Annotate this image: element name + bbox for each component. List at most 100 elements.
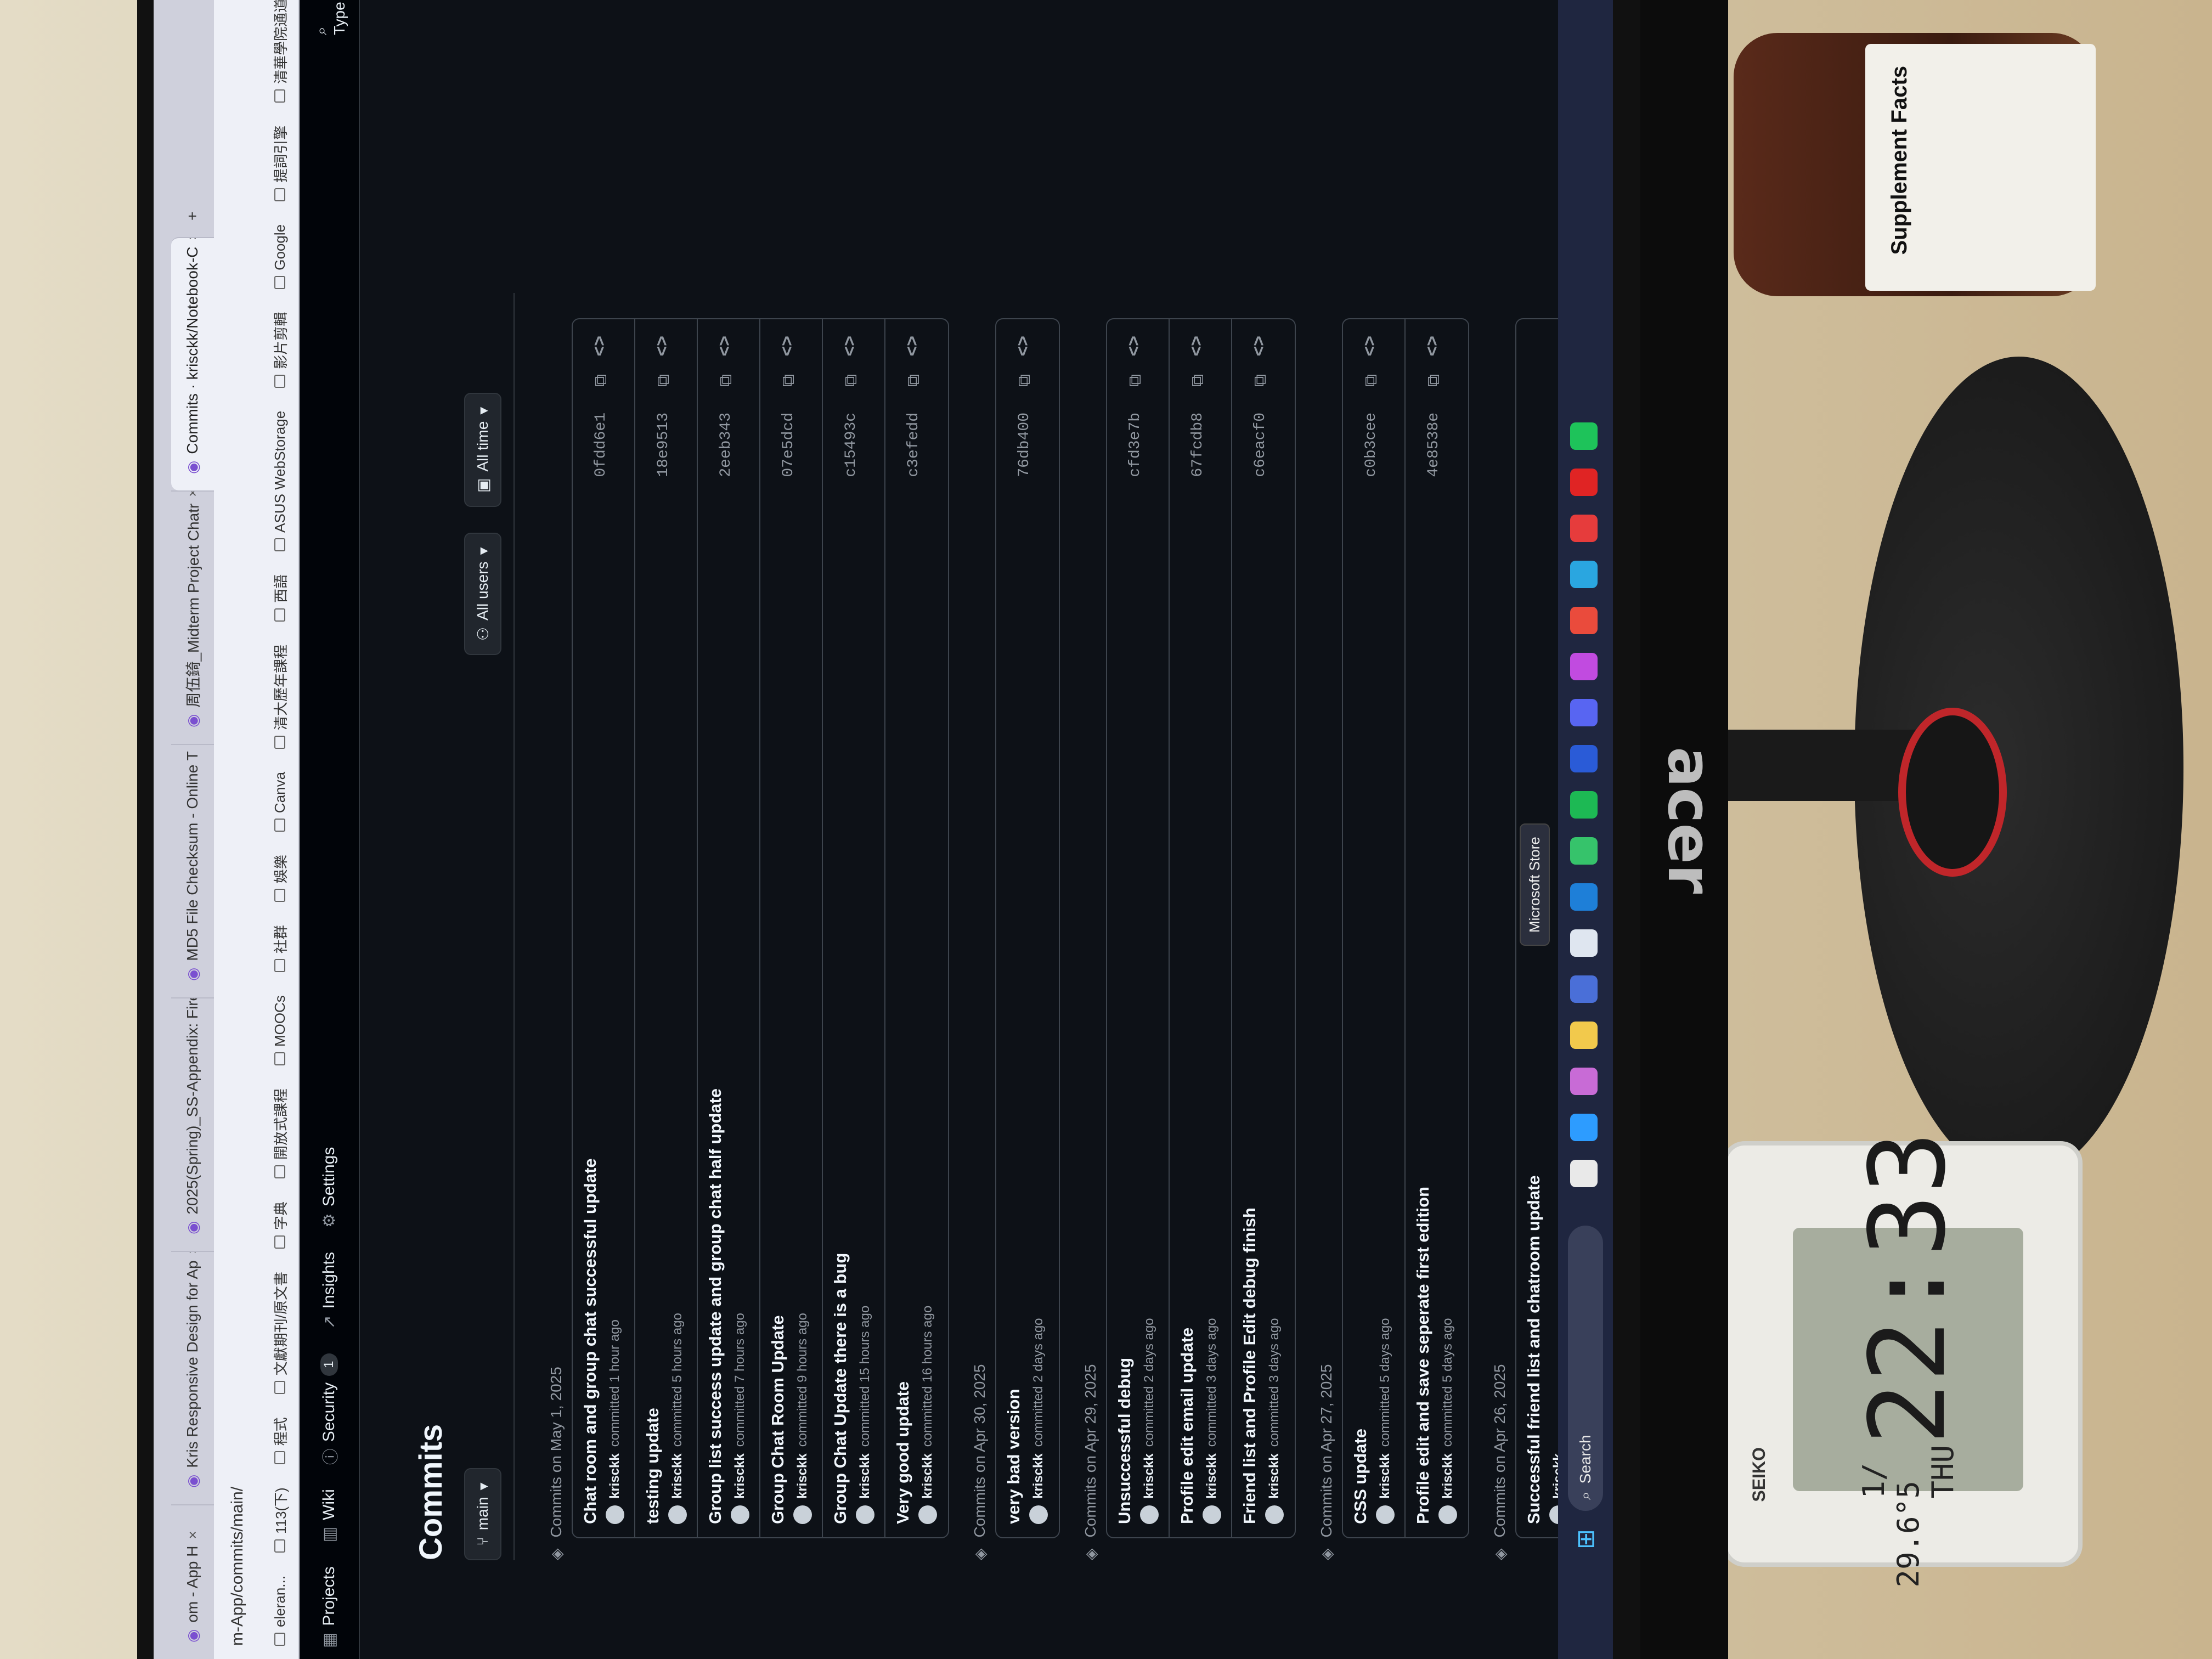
commit-row[interactable]: Very good update krisckk committed 16 hour… — [885, 319, 948, 1537]
bookmark-item[interactable]: 社群 — [270, 925, 290, 973]
code-browse-icon[interactable]: <> — [1013, 336, 1033, 356]
taskbar-app-icon[interactable] — [1570, 745, 1598, 772]
commit-author[interactable]: krisckk — [1204, 1453, 1220, 1499]
commit-message-link[interactable]: Profile edit and save seperate first edi… — [1413, 332, 1433, 1524]
search-type-hint[interactable]: ⌕ Type — [313, 0, 348, 35]
avatar[interactable] — [668, 1505, 687, 1524]
taskbar-app-icon[interactable] — [1570, 653, 1598, 680]
repo-nav-insights[interactable]: ↗ Insights — [320, 1252, 339, 1329]
taskbar-app-icon[interactable] — [1570, 1068, 1598, 1095]
commit-sha-link[interactable]: 76db400 — [1016, 413, 1033, 477]
commit-message-link[interactable]: Very good update — [893, 332, 913, 1524]
code-browse-icon[interactable]: <> — [589, 336, 610, 356]
copy-icon[interactable]: ⧉ — [778, 374, 799, 387]
taskbar-app-icon[interactable] — [1570, 975, 1598, 1003]
commit-row[interactable]: Group Chat Update there is a bug krisckk c… — [823, 319, 885, 1537]
avatar[interactable] — [856, 1505, 874, 1524]
commit-row[interactable]: testing update krisckk committed 5 hours a… — [635, 319, 698, 1537]
commit-sha-link[interactable]: 18e9513 — [655, 413, 672, 477]
repo-nav-projects[interactable]: ▦ Projects — [320, 1566, 339, 1648]
commit-row[interactable]: Friend list and Profile Edit debug finis… — [1232, 319, 1295, 1537]
commit-message-link[interactable]: Friend list and Profile Edit debug finis… — [1240, 332, 1260, 1524]
code-browse-icon[interactable]: <> — [652, 336, 672, 356]
taskbar-app-icon[interactable] — [1570, 607, 1598, 634]
commit-author[interactable]: krisckk — [1142, 1453, 1157, 1499]
new-tab-button[interactable]: + — [171, 195, 214, 237]
commit-sha-link[interactable]: 67fcdb8 — [1189, 413, 1206, 477]
repo-nav-wiki[interactable]: ▥ Wiki — [320, 1489, 339, 1542]
taskbar-app-icon[interactable] — [1570, 929, 1598, 957]
commit-sha-link[interactable]: cfd3e7b — [1127, 413, 1144, 477]
commit-author[interactable]: krisckk — [1267, 1453, 1282, 1499]
commit-row[interactable]: Chat room and group chat successful upda… — [573, 319, 635, 1537]
commit-message-link[interactable]: Group Chat Update there is a bug — [831, 332, 850, 1524]
code-browse-icon[interactable]: <> — [1422, 336, 1442, 356]
avatar[interactable] — [793, 1505, 812, 1524]
taskbar-app-icon[interactable] — [1570, 422, 1598, 450]
commit-author[interactable]: krisckk — [1440, 1453, 1455, 1499]
copy-icon[interactable]: ⧉ — [715, 374, 736, 387]
avatar[interactable] — [918, 1505, 937, 1524]
bookmark-item[interactable]: 程式 — [270, 1417, 290, 1465]
bookmark-item[interactable]: 娛樂 — [270, 855, 290, 902]
avatar[interactable] — [731, 1505, 749, 1524]
commit-message-link[interactable]: testing update — [643, 332, 663, 1524]
commit-sha-link[interactable]: 4e8538e — [1425, 413, 1442, 477]
close-icon[interactable]: × — [184, 1531, 201, 1539]
copy-icon[interactable]: ⧉ — [653, 374, 674, 387]
avatar[interactable] — [1376, 1505, 1395, 1524]
code-browse-icon[interactable]: <> — [1249, 336, 1269, 356]
avatar[interactable] — [1265, 1505, 1284, 1524]
browser-tab[interactable]: ◉ om - App H × — [171, 1504, 214, 1659]
bookmark-item[interactable]: 文獻期刊/原文書 — [270, 1272, 290, 1395]
commit-sha-link[interactable]: 2eeb343 — [718, 413, 735, 477]
close-icon[interactable]: × — [184, 237, 201, 240]
commit-author[interactable]: krisckk — [732, 1453, 748, 1499]
commit-row[interactable]: Group list success update and group chat… — [698, 319, 760, 1537]
commit-author[interactable]: krisckk — [1378, 1453, 1393, 1499]
code-browse-icon[interactable]: <> — [1186, 336, 1206, 356]
copy-icon[interactable]: ⧉ — [1014, 374, 1035, 387]
taskbar-app-icon[interactable] — [1570, 699, 1598, 726]
avatar[interactable] — [606, 1505, 624, 1524]
copy-icon[interactable]: ⧉ — [903, 374, 924, 387]
taskbar-app-icon[interactable] — [1570, 515, 1598, 542]
commit-author[interactable]: krisckk — [795, 1453, 810, 1499]
bookmark-item[interactable]: Canva — [272, 772, 289, 832]
browser-tab[interactable]: ◉ Kris Responsive Design for Ap × — [171, 1251, 214, 1504]
address-bar[interactable]: m-App/commits/main/ — [214, 0, 261, 1659]
browser-tab[interactable]: ◉ 周伍錡_Midterm Project Chatr × — [171, 490, 214, 744]
copy-icon[interactable]: ⧉ — [1187, 374, 1208, 387]
bookmark-item[interactable]: eleran... — [272, 1576, 289, 1646]
commit-sha-link[interactable]: c6eacf0 — [1252, 413, 1269, 477]
commit-row[interactable]: CSS update krisckk committed 5 days ago c0b… — [1343, 319, 1406, 1537]
commit-sha-link[interactable]: c3efedd — [905, 413, 922, 477]
commit-row[interactable]: Profile edit and save seperate first edi… — [1406, 319, 1468, 1537]
code-browse-icon[interactable]: <> — [714, 336, 735, 356]
commit-sha-link[interactable]: 07e5dcd — [780, 413, 797, 477]
code-browse-icon[interactable]: <> — [1124, 336, 1144, 356]
avatar[interactable] — [1140, 1505, 1159, 1524]
commit-author[interactable]: krisckk — [670, 1453, 685, 1499]
taskbar-app-icon[interactable] — [1570, 1114, 1598, 1141]
code-browse-icon[interactable]: <> — [839, 336, 860, 356]
bookmark-item[interactable]: 開放式課程 — [270, 1088, 290, 1178]
taskbar-app-icon[interactable] — [1570, 883, 1598, 911]
commit-sha-link[interactable]: c0b3cee — [1363, 413, 1380, 477]
bookmark-item[interactable]: 提詞引擎 — [270, 126, 290, 201]
time-filter-button[interactable]: ▣ All time ▾ — [464, 392, 501, 507]
browser-tab[interactable]: ◉ 2025(Spring)_SS-Appendix: Fire × — [171, 997, 214, 1251]
copy-icon[interactable]: ⧉ — [840, 374, 861, 387]
copy-icon[interactable]: ⧉ — [1250, 374, 1271, 387]
close-icon[interactable]: × — [184, 1251, 201, 1254]
avatar[interactable] — [1029, 1505, 1048, 1524]
copy-icon[interactable]: ⧉ — [1125, 374, 1146, 387]
taskbar-app-icon[interactable] — [1570, 837, 1598, 865]
avatar[interactable] — [1438, 1505, 1457, 1524]
commit-row[interactable]: Unsuccessful debug krisckk committed 2 day… — [1107, 319, 1170, 1537]
bookmark-item[interactable]: 清華學院通道 | Micros... — [270, 0, 290, 103]
commit-row[interactable]: Group Chat Room Update krisckk committed 9… — [760, 319, 823, 1537]
commit-message-link[interactable]: Chat room and group chat successful upda… — [580, 332, 600, 1524]
commit-sha-link[interactable]: c15493c — [843, 413, 860, 477]
avatar[interactable] — [1203, 1505, 1221, 1524]
